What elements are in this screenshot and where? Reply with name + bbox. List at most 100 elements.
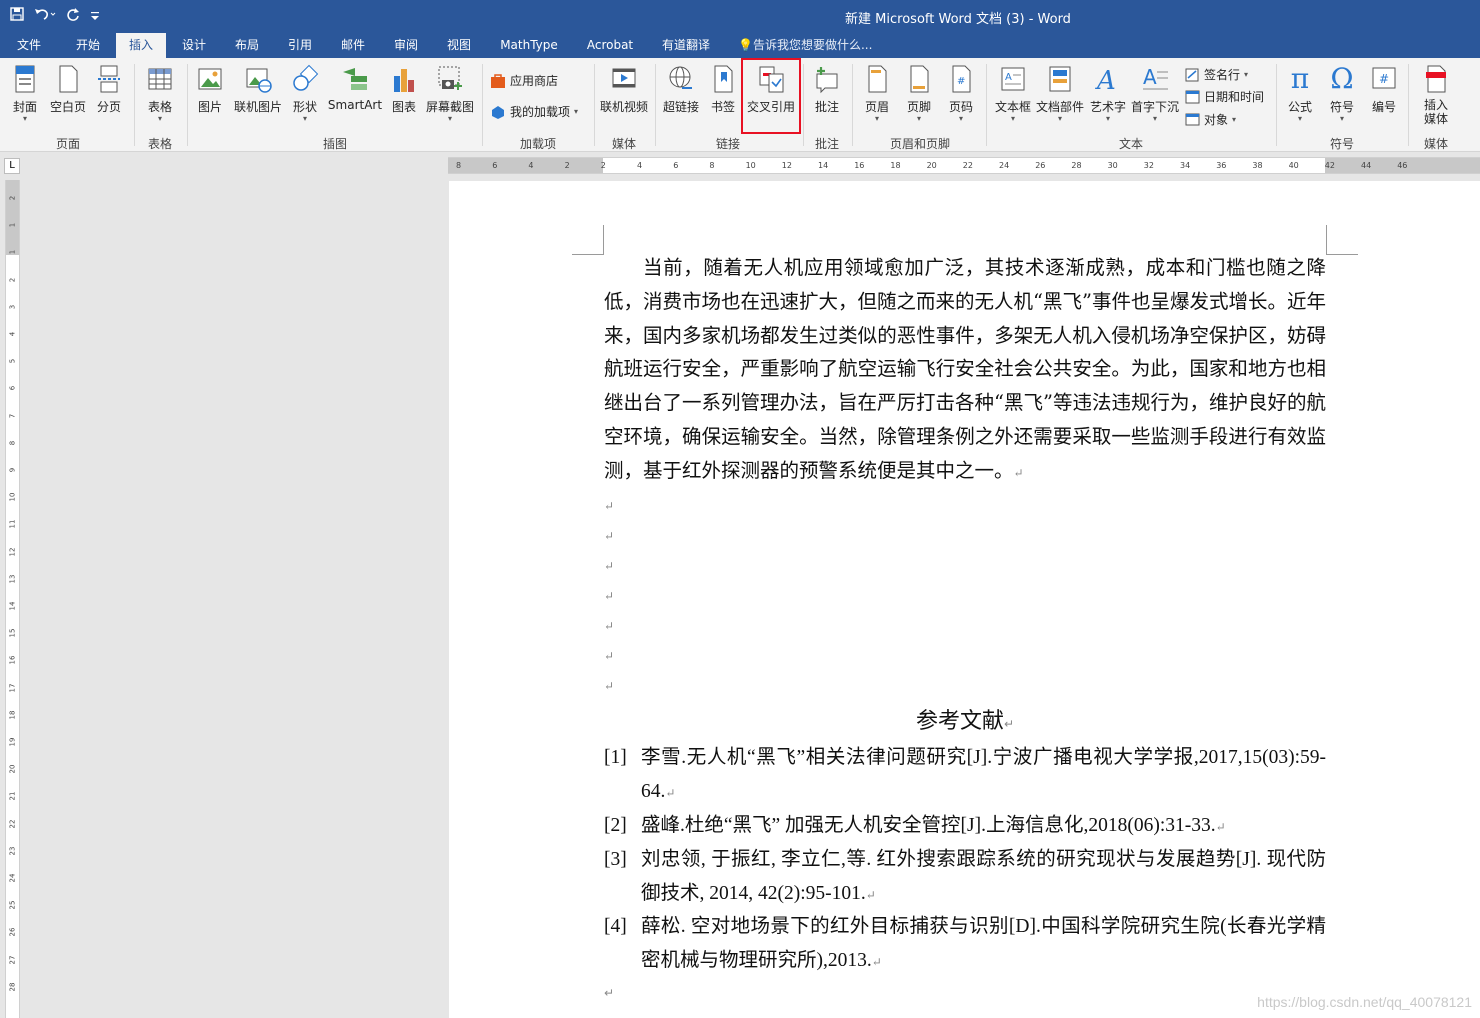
paragraph-mark: ↵ [865,888,876,902]
tab-selector[interactable]: L [4,158,20,174]
symbol-button[interactable]: Ω 符号 ▾ [1324,64,1360,123]
header-icon [868,65,887,93]
picture-button[interactable]: 图片 [193,64,227,115]
empty-paragraph[interactable]: ↵ [604,521,1326,551]
empty-paragraph[interactable]: ↵ [604,978,614,1008]
tab-file[interactable]: 文件 [8,33,50,58]
store-button[interactable]: 应用商店 [490,72,558,89]
tab-references[interactable]: 引用 [274,33,326,58]
object-button[interactable]: 对象 ▾ [1185,111,1236,128]
svg-text:#: # [957,76,965,87]
tab-acrobat[interactable]: Acrobat [578,33,642,58]
ruler-tick-label: 38 [1252,161,1263,170]
comment-button[interactable]: 批注 [808,64,846,115]
drop-cap-button[interactable]: A 首字下沉 ▾ [1130,64,1180,123]
tab-youdao[interactable]: 有道翻译 [652,33,720,58]
svg-text:A: A [1005,72,1012,83]
tab-view[interactable]: 视图 [433,33,485,58]
online-picture-button[interactable]: 联机图片 [232,64,284,115]
ruler-tick-label: 16 [854,161,865,170]
ruler-tick-label: 10 [745,161,756,170]
shapes-button[interactable]: 形状 ▾ [288,64,322,123]
page-break-button[interactable]: 分页 [92,64,126,115]
chart-button[interactable]: 图表 [387,64,421,115]
equation-label: 公式 [1287,100,1312,114]
tab-design[interactable]: 设计 [168,33,220,58]
insert-media-button[interactable]: 插入 媒体 [1414,64,1458,126]
screenshot-button[interactable]: 屏幕截图 ▾ [424,64,476,123]
empty-paragraph[interactable]: ↵ [604,581,1326,611]
online-video-button[interactable]: 联机视频 [598,64,650,115]
omega-icon: Ω [1330,62,1354,95]
reference-number: [2] [604,815,627,836]
equation-button[interactable]: π 公式 ▾ [1282,64,1318,123]
empty-paragraph[interactable]: ↵ [604,491,1326,521]
table-button[interactable]: 表格 ▾ [142,64,178,123]
paragraph-mark: ↵ [1215,820,1226,834]
ruler-tick-label: 30 [1107,161,1118,170]
smartart-button[interactable]: SmartArt [326,64,384,112]
bookmark-button[interactable]: 书签 [706,64,740,115]
paragraph-mark: ↵ [1013,465,1024,480]
tell-me-box[interactable]: 💡告诉我您想要做什么... [738,33,872,58]
empty-paragraph[interactable]: ↵ [604,551,1326,581]
vertical-ruler-tick-label: 18 [8,710,17,720]
reference-item[interactable]: [3] 刘忠领, 于振红, 李立仁,等. 红外搜索跟踪系统的研究现状与发展趋势[… [604,843,1326,912]
blank-page-button[interactable]: 空白页 [48,64,88,115]
reference-item[interactable]: [4] 薛松. 空对地场景下的红外目标捕获与识别[D].中国科学院研究生院(长春… [604,910,1326,979]
group-tables-label: 表格 [147,137,172,151]
group-separator [134,64,135,146]
tab-review[interactable]: 审阅 [380,33,432,58]
comment-icon [816,67,838,94]
vertical-ruler-tick-label: 2 [8,277,17,282]
tell-me-text: 告诉我您想要做什么... [752,38,873,52]
header-button[interactable]: 页眉 ▾ [860,64,894,123]
empty-paragraph[interactable]: ↵ [604,611,1326,641]
empty-paragraph[interactable]: ↵ [604,641,1326,671]
quick-parts-button[interactable]: 文档部件 ▾ [1036,64,1084,123]
document-page[interactable]: 当前，随着无人机应用领域愈加广泛，其技术逐渐成熟，成本和门槛也随之降低，消费市场… [449,181,1480,1018]
references-heading[interactable]: 参考文献↵ [604,703,1326,735]
number-button[interactable]: # 编号 [1366,64,1402,115]
lightbulb-icon: 💡 [738,38,753,52]
ruler-tick-label: 36 [1216,161,1227,170]
symbol-label: 符号 [1329,100,1354,114]
date-time-button[interactable]: 日期和时间 [1185,88,1264,105]
footer-icon [910,65,929,93]
online-video-icon [612,68,636,88]
group-addins-label: 加载项 [519,137,556,151]
cover-page-icon [15,65,35,93]
footer-label: 页脚 [906,100,931,114]
textbox-icon: A [1001,67,1025,91]
vertical-ruler-tick-label: 22 [8,819,17,829]
reference-item[interactable]: [1] 李雪.无人机“黑飞”相关法律问题研究[J].宁波广播电视大学学报,201… [604,741,1326,810]
wordart-button[interactable]: A 艺术字 ▾ [1088,64,1128,123]
tab-mathtype[interactable]: MathType [492,33,566,58]
ruler-tick-label: 26 [1035,161,1046,170]
hyperlink-button[interactable]: 超链接 [660,64,702,115]
tab-insert[interactable]: 插入 [116,33,166,58]
cover-page-button[interactable]: 封面 ▾ [8,64,42,123]
reference-item[interactable]: [2] 盛峰.杜绝“黑飞” 加强无人机安全管控[J].上海信息化,2018(06… [604,809,1326,844]
insert-media-label: 插入 媒体 [1423,98,1448,126]
store-icon [491,73,505,88]
document-body[interactable]: 当前，随着无人机应用领域愈加广泛，其技术逐渐成熟，成本和门槛也随之降低，消费市场… [604,251,1326,701]
my-addins-button[interactable]: 我的加载项 ▾ [490,103,578,120]
tab-home[interactable]: 开始 [62,33,114,58]
vertical-ruler[interactable]: 2 1 1 2 3 4 5 6 7 8 9 10 11 12 13 14 15 16 17 18 19 20 21 22 23 2… [5,180,20,1018]
textbox-button[interactable]: A 文本框 ▾ [993,64,1033,123]
vertical-ruler-tick-label: 23 [8,846,17,856]
footer-button[interactable]: 页脚 ▾ [902,64,936,123]
ruler-tick-label: 44 [1361,161,1372,170]
tab-layout[interactable]: 布局 [221,33,273,58]
page-number-button[interactable]: # 页码 ▾ [944,64,978,123]
ruler-tick-label: 20 [926,161,937,170]
tab-mailings[interactable]: 邮件 [327,33,379,58]
body-paragraph[interactable]: 当前，随着无人机应用领域愈加广泛，其技术逐渐成熟，成本和门槛也随之降低，消费市场… [604,251,1326,491]
horizontal-ruler[interactable]: 8 6 4 2 2 4 6 8 10 12 14 16 18 20 22 24 26 28 30 32 34 36 38 40… [448,157,1480,174]
signature-line-button[interactable]: 签名行 ▾ [1185,66,1248,83]
wordart-label: 艺术字 [1089,100,1126,114]
blank-page-label: 空白页 [49,100,86,114]
empty-paragraph[interactable]: ↵ [604,671,1326,701]
group-symbols-label: 符号 [1329,137,1354,151]
